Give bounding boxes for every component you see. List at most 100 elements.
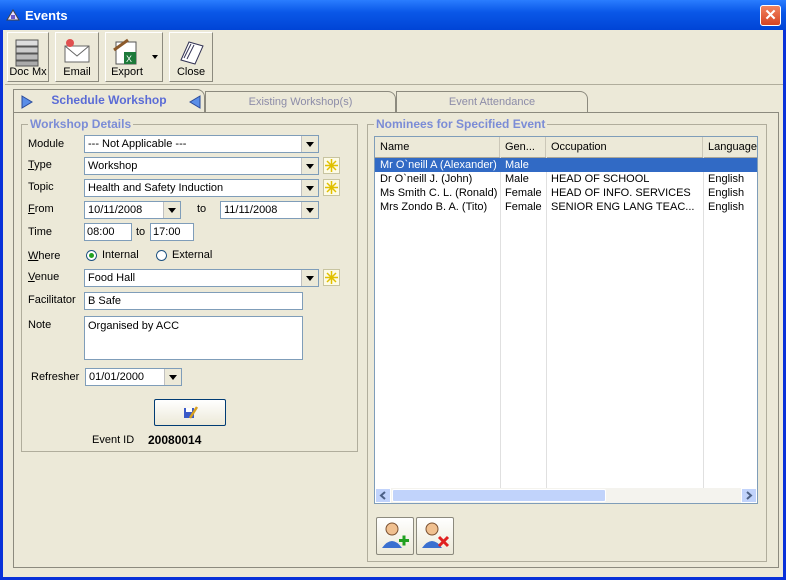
- cell-gender: Female: [505, 201, 542, 213]
- table-row[interactable]: Mrs Zondo B. A. (Tito) Female SENIOR ENG…: [375, 200, 757, 214]
- tab-label: Existing Workshop(s): [248, 96, 353, 108]
- title-bar[interactable]: Events ✕: [0, 0, 786, 30]
- where-internal-radio[interactable]: [86, 250, 97, 261]
- cell-occupation: HEAD OF SCHOOL: [551, 173, 650, 185]
- chevron-down-icon[interactable]: [301, 202, 318, 218]
- tab-label: Schedule Workshop: [51, 93, 167, 107]
- arrow-left-icon: [189, 95, 201, 109]
- cell-name: Mrs Zondo B. A. (Tito): [380, 201, 488, 213]
- time-to-label: to: [136, 226, 146, 238]
- nominees-table[interactable]: Name Gen... Occupation Language Mr O`nei…: [374, 136, 758, 504]
- note-label: Note: [28, 319, 52, 331]
- time-to-input[interactable]: 17:00: [150, 223, 194, 241]
- cell-name: Mr O`neill A (Alexander): [380, 159, 497, 171]
- note-textarea[interactable]: Organised by ACC: [84, 316, 303, 360]
- star-icon: [325, 159, 338, 172]
- cell-language: English: [708, 173, 745, 185]
- horizontal-scrollbar[interactable]: [375, 488, 757, 503]
- star-icon: [325, 181, 338, 194]
- column-header-name[interactable]: Name: [375, 137, 500, 157]
- facilitator-input[interactable]: B Safe: [84, 292, 303, 310]
- module-select[interactable]: --- Not Applicable ---: [84, 135, 319, 153]
- to-date-value: 11/11/2008: [224, 204, 278, 216]
- cell-gender: Male: [505, 173, 529, 185]
- event-id-value: 20080014: [148, 433, 202, 447]
- topic-select[interactable]: Health and Safety Induction: [84, 179, 319, 197]
- export-button[interactable]: X Export: [105, 32, 163, 82]
- email-button[interactable]: Email: [55, 32, 99, 82]
- topic-label: Topic: [28, 181, 54, 193]
- cell-name: Ms Smith C. L. (Ronald): [380, 187, 498, 199]
- chevron-down-icon[interactable]: [163, 202, 180, 218]
- from-label: From: [28, 203, 54, 215]
- toolbar: Doc Mx Email X Export Close: [5, 31, 783, 85]
- arrow-right-icon: [21, 95, 33, 109]
- tab-existing-workshops[interactable]: Existing Workshop(s): [205, 91, 396, 112]
- cell-occupation: [546, 158, 703, 172]
- tab-event-attendance[interactable]: Event Attendance: [396, 91, 588, 112]
- table-row[interactable]: Ms Smith C. L. (Ronald) Female HEAD OF I…: [375, 186, 757, 200]
- scroll-left-button[interactable]: [375, 488, 391, 503]
- chevron-down-icon[interactable]: [301, 136, 318, 152]
- export-dropdown-arrow-icon[interactable]: [152, 55, 158, 59]
- add-venue-button[interactable]: [323, 269, 340, 286]
- add-type-button[interactable]: [323, 157, 340, 174]
- column-header-occupation[interactable]: Occupation: [546, 137, 703, 157]
- save-edit-button[interactable]: [154, 399, 226, 426]
- add-nominee-button[interactable]: [376, 517, 414, 555]
- where-external-label: External: [172, 249, 213, 261]
- export-excel-icon: X: [113, 38, 137, 65]
- cell-language: English: [708, 187, 745, 199]
- cell-gender: Female: [505, 187, 542, 199]
- email-icon: [64, 39, 90, 63]
- workshop-details-title: Workshop Details: [28, 117, 134, 131]
- window-title: Events: [25, 8, 68, 23]
- refresher-date-value: 01/01/2000: [89, 371, 145, 383]
- add-topic-button[interactable]: [323, 179, 340, 196]
- add-user-icon: [382, 522, 409, 548]
- chevron-down-icon[interactable]: [301, 270, 318, 286]
- events-window: Events ✕ Doc Mx Email X Export Close Sch…: [0, 0, 786, 580]
- cell-name: Dr O`neill J. (John): [380, 173, 473, 185]
- table-row[interactable]: Dr O`neill J. (John) Male HEAD OF SCHOOL…: [375, 172, 757, 186]
- cell-occupation: SENIOR ENG LANG TEAC...: [551, 201, 695, 213]
- close-button[interactable]: Close: [169, 32, 213, 82]
- where-internal-label: Internal: [102, 249, 139, 261]
- table-header: Name Gen... Occupation Language: [375, 137, 757, 158]
- doc-mx-button[interactable]: Doc Mx: [7, 32, 49, 82]
- chevron-down-icon[interactable]: [164, 369, 181, 385]
- tab-schedule-workshop[interactable]: Schedule Workshop: [13, 89, 205, 113]
- table-row[interactable]: Mr O`neill A (Alexander) Male: [375, 158, 757, 172]
- from-date-picker[interactable]: 10/11/2008: [84, 201, 181, 219]
- column-header-language[interactable]: Language: [703, 137, 757, 157]
- time-from-hour: 08: [87, 226, 100, 238]
- nominees-title: Nominees for Specified Event: [374, 117, 548, 131]
- chevron-down-icon[interactable]: [301, 158, 318, 174]
- time-to-hour: 17: [153, 226, 166, 238]
- type-select[interactable]: Workshop: [84, 157, 319, 175]
- remove-nominee-button[interactable]: [416, 517, 454, 555]
- window-close-button[interactable]: ✕: [760, 5, 781, 26]
- topic-value: Health and Safety Induction: [88, 182, 224, 194]
- documents-icon: [15, 39, 39, 67]
- cell-gender: Male: [505, 159, 529, 171]
- note-value: Organised by ACC: [88, 320, 180, 332]
- scroll-thumb[interactable]: [392, 489, 606, 502]
- time-from-input[interactable]: 08:00: [84, 223, 132, 241]
- where-external-radio[interactable]: [156, 250, 167, 261]
- chevron-right-icon: [746, 491, 753, 500]
- scroll-right-button[interactable]: [741, 488, 757, 503]
- venue-select[interactable]: Food Hall: [84, 269, 319, 287]
- refresher-label: Refresher: [31, 371, 80, 383]
- svg-text:X: X: [126, 54, 132, 64]
- module-label: Module: [28, 138, 65, 150]
- export-label: Export: [111, 66, 143, 78]
- column-header-gender[interactable]: Gen...: [500, 137, 546, 157]
- where-label: Where: [28, 250, 61, 262]
- chevron-down-icon[interactable]: [301, 180, 318, 196]
- remove-user-icon: [422, 522, 450, 548]
- refresher-date-picker[interactable]: 01/01/2000: [85, 368, 182, 386]
- tab-strip: Schedule Workshop Existing Workshop(s) E…: [13, 89, 773, 113]
- chevron-left-icon: [379, 491, 386, 500]
- to-date-picker[interactable]: 11/11/2008: [220, 201, 319, 219]
